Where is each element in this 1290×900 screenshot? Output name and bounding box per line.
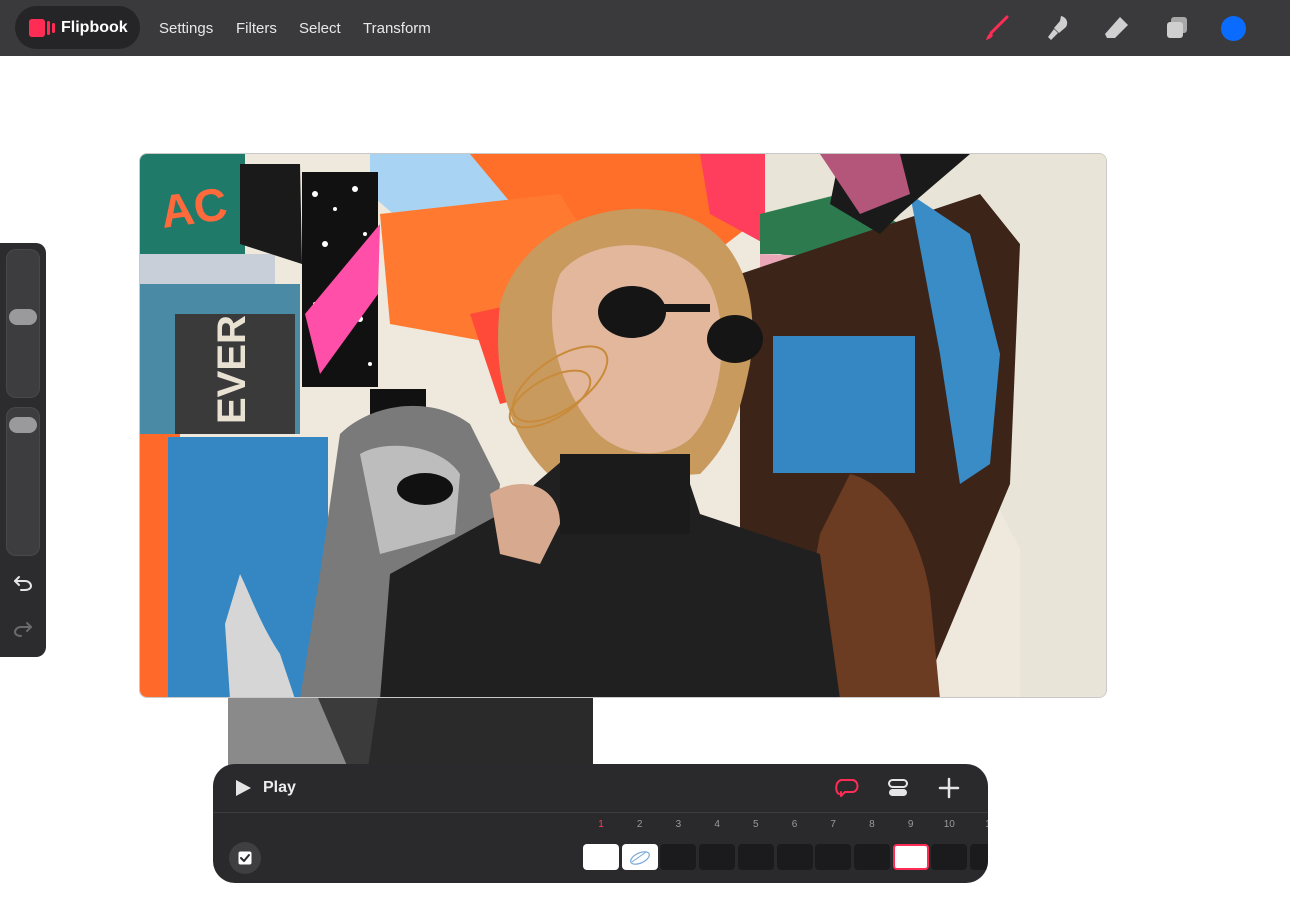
menu-select[interactable]: Select: [299, 0, 341, 56]
checkbox-icon: [238, 851, 252, 865]
smudge-icon[interactable]: [1042, 13, 1072, 43]
redo-icon[interactable]: [11, 617, 35, 641]
brush-sidebar: [0, 243, 46, 657]
frame-thumbnail[interactable]: [931, 844, 968, 870]
drawing-canvas[interactable]: AC EVER: [139, 153, 1107, 698]
frame-number: 8: [869, 819, 875, 830]
frame-sketch-icon: [629, 851, 650, 865]
loop-icon[interactable]: [834, 775, 860, 801]
frame-thumbnail[interactable]: [892, 844, 929, 870]
canvas-overflow-artwork: [228, 698, 593, 768]
play-icon: [236, 780, 251, 796]
brush-size-thumb[interactable]: [9, 309, 37, 326]
frame-thumbnail[interactable]: [737, 844, 774, 870]
menu-transform-label[interactable]: Transform: [363, 20, 431, 37]
frame-thumbnail[interactable]: [815, 844, 852, 870]
flipbook-app: Flipbook Settings Filters Select Transfo…: [0, 0, 1290, 900]
frame-thumbnail[interactable]: [853, 844, 890, 870]
frame-thumbnail[interactable]: [970, 844, 988, 870]
frame-number: 5: [753, 819, 759, 830]
brush-size-slider[interactable]: [6, 249, 40, 398]
brush-icon[interactable]: [982, 13, 1012, 43]
top-toolbar: Flipbook Settings Filters Select Transfo…: [0, 0, 1290, 56]
collage-artwork: AC EVER: [140, 154, 1106, 697]
frame-number: 7: [830, 819, 836, 830]
play-label: Play: [263, 779, 296, 796]
menu-settings[interactable]: Settings: [159, 0, 213, 56]
frame-thumbnail[interactable]: [660, 844, 697, 870]
play-button[interactable]: Play: [233, 776, 296, 800]
frame-number: 4: [714, 819, 720, 830]
frame-number: 10: [943, 819, 955, 830]
app-name: Flipbook: [61, 18, 128, 36]
frame-thumbnail[interactable]: [699, 844, 736, 870]
flipbook-logo-icon: [29, 18, 55, 37]
menu-select-label[interactable]: Select: [299, 20, 341, 37]
svg-text:EVER: EVER: [210, 315, 254, 424]
onion-skin-toggle[interactable]: [229, 842, 261, 874]
frame-number: 1: [598, 819, 604, 830]
frame-number: 9: [907, 819, 914, 830]
menu-filters-label[interactable]: Filters: [236, 20, 277, 37]
frame-number: 1: [970, 819, 988, 830]
frame-number: 6: [791, 819, 798, 830]
svg-text:AC: AC: [157, 177, 230, 238]
timeline-divider: [213, 812, 988, 813]
layers-icon[interactable]: [1162, 13, 1192, 43]
timeline-settings-icon[interactable]: [885, 775, 911, 801]
frame-thumbnail[interactable]: [621, 844, 658, 870]
menu-settings-label[interactable]: Settings: [159, 20, 213, 37]
plus-icon[interactable]: [936, 775, 962, 801]
brush-opacity-slider[interactable]: [6, 407, 40, 556]
color-picker-button[interactable]: [1221, 16, 1246, 41]
brush-opacity-thumb[interactable]: [9, 417, 37, 434]
undo-icon[interactable]: [11, 571, 35, 595]
frame-thumbnail[interactable]: [776, 844, 813, 870]
gallery-button[interactable]: Flipbook: [15, 6, 140, 49]
frame-number: 3: [675, 819, 682, 830]
animation-timeline: Play 1 2 3 4 5 6 7 8 9 10 1: [213, 764, 988, 883]
frame-thumbnail[interactable]: [583, 844, 619, 870]
menu-filters[interactable]: Filters: [236, 0, 277, 56]
menu-transform[interactable]: Transform: [363, 0, 431, 56]
eraser-icon[interactable]: [1102, 13, 1132, 43]
frame-number: 2: [636, 819, 643, 830]
